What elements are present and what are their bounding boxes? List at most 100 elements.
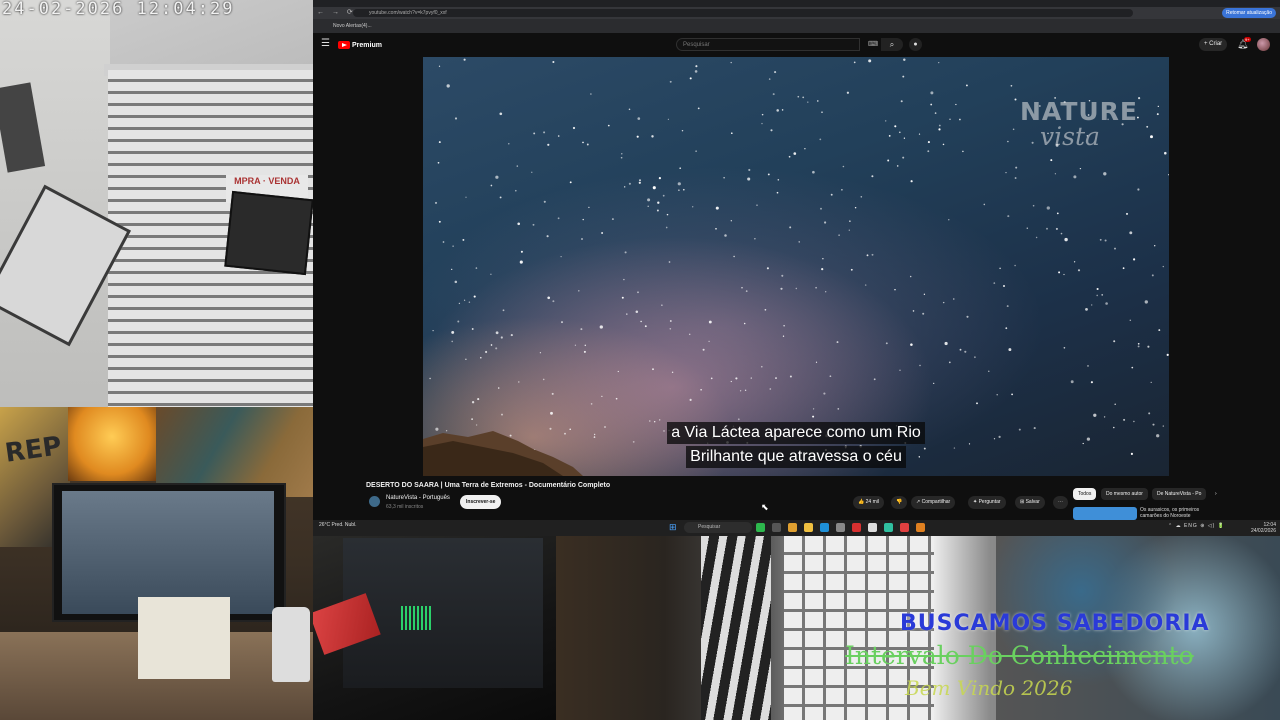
chip-channel[interactable]: De NatureVista - Po: [1152, 488, 1207, 500]
star: [868, 59, 872, 63]
tab-strip[interactable]: [313, 0, 1280, 7]
video-title: DESERTO DO SAARA | Uma Terra de Extremos…: [366, 482, 611, 489]
star: [743, 322, 746, 325]
chip-same-author[interactable]: Do mesmo autor: [1101, 488, 1148, 500]
star: [949, 118, 951, 121]
star: [495, 331, 499, 335]
star: [1137, 342, 1140, 345]
profile-update-button[interactable]: Retomar atualização: [1222, 8, 1276, 18]
recommended-video-title[interactable]: Os aurasicos, os primeiros camarões do N…: [1140, 507, 1212, 519]
star: [854, 206, 857, 209]
star: [473, 295, 476, 298]
star: [815, 361, 818, 363]
star: [1015, 166, 1018, 169]
nav-buttons[interactable]: ← → ⟳: [317, 7, 356, 19]
star: [942, 301, 945, 304]
star: [499, 112, 503, 116]
star: [590, 403, 593, 405]
star: [1012, 128, 1015, 131]
star: [574, 344, 577, 346]
hamburger-menu-icon[interactable]: ☰: [321, 39, 330, 49]
store-icon[interactable]: [836, 523, 845, 532]
channel-name[interactable]: NatureVista - Português: [386, 495, 450, 501]
star: [637, 117, 641, 120]
star: [871, 253, 874, 256]
star: [669, 328, 672, 330]
youtube-logo[interactable]: Premium: [338, 40, 382, 50]
star: [1096, 294, 1099, 297]
star: [964, 350, 967, 353]
star: [708, 320, 712, 324]
url-field[interactable]: youtube.com/watch?v=k7pvyf0_xxf: [353, 9, 1133, 17]
like-button[interactable]: 👍 24 mil: [853, 496, 884, 509]
save-button[interactable]: ⊞ Salvar: [1015, 496, 1045, 509]
star: [547, 143, 550, 146]
folder-icon[interactable]: [804, 523, 813, 532]
subscribe-button[interactable]: Inscrever-se: [460, 495, 502, 509]
star: [760, 365, 763, 368]
star: [848, 229, 850, 231]
star: [737, 418, 740, 421]
star: [495, 347, 498, 350]
star: [692, 206, 694, 208]
star: [1046, 227, 1048, 230]
system-tray[interactable]: ⌃ ☁ ENG ⊕ ◁) 🔋: [1168, 523, 1225, 529]
star: [1144, 300, 1148, 304]
share-button[interactable]: ↗ Compartilhar: [911, 496, 956, 509]
star: [871, 175, 874, 178]
star: [623, 278, 625, 281]
search-input[interactable]: Pesquisar: [676, 38, 860, 51]
star: [1058, 271, 1061, 274]
taskbar-search-input[interactable]: Pesquisar: [684, 522, 752, 533]
star: [776, 109, 779, 112]
star: [532, 223, 535, 226]
star: [582, 141, 584, 144]
star: [590, 93, 592, 95]
star: [434, 201, 438, 204]
star: [767, 173, 770, 176]
channel-avatar[interactable]: [369, 496, 380, 507]
star: [821, 268, 824, 271]
windows-start-icon[interactable]: ⊞: [669, 523, 678, 532]
account-avatar[interactable]: [1257, 38, 1270, 51]
chip-all[interactable]: Todos: [1073, 488, 1097, 500]
star: [572, 126, 576, 130]
star: [770, 129, 773, 132]
app-icon-red[interactable]: [900, 523, 909, 532]
video-player[interactable]: NATURE vista a Via Láctea aparece como u…: [423, 57, 1169, 476]
star: [639, 179, 641, 182]
media-app-icon[interactable]: [852, 523, 861, 532]
create-button[interactable]: + Criar: [1199, 38, 1228, 51]
bookmarks-bar: Novo Alertas(4)...: [313, 19, 1280, 33]
chip-next-arrow[interactable]: ›: [1210, 488, 1222, 500]
star: [780, 287, 783, 290]
star: [789, 226, 792, 229]
chrome-icon[interactable]: [788, 523, 797, 532]
star: [652, 186, 656, 190]
vlc-icon[interactable]: [916, 523, 925, 532]
star: [962, 150, 964, 153]
app-icon-teal[interactable]: [884, 523, 893, 532]
taskbar-clock[interactable]: 12:04 24/02/2026: [1251, 522, 1276, 534]
star: [454, 117, 458, 120]
star: [710, 377, 713, 380]
star: [1154, 245, 1156, 247]
recommended-video-thumbnail[interactable]: [1073, 507, 1137, 520]
keyboard-icon[interactable]: ⌨: [868, 40, 878, 48]
more-actions-button[interactable]: ⋯: [1053, 496, 1068, 509]
task-view-icon[interactable]: [772, 523, 781, 532]
ask-button[interactable]: ✦ Perguntar: [968, 496, 1006, 509]
voice-search-button[interactable]: ●: [909, 38, 922, 51]
edge-icon[interactable]: [820, 523, 829, 532]
star: [730, 220, 732, 222]
dislike-button[interactable]: 👎: [891, 496, 908, 509]
weather-widget[interactable]: 26°C Pred. Nubl.: [319, 522, 357, 528]
star: [1162, 265, 1164, 268]
star: [930, 103, 933, 106]
taskbar-app-icon[interactable]: [756, 523, 765, 532]
app-icon-white[interactable]: [868, 523, 877, 532]
star: [586, 143, 589, 146]
search-button[interactable]: ⌕: [881, 38, 903, 51]
star: [823, 392, 826, 395]
bookmark-item[interactable]: Novo Alertas(4)...: [333, 21, 372, 31]
